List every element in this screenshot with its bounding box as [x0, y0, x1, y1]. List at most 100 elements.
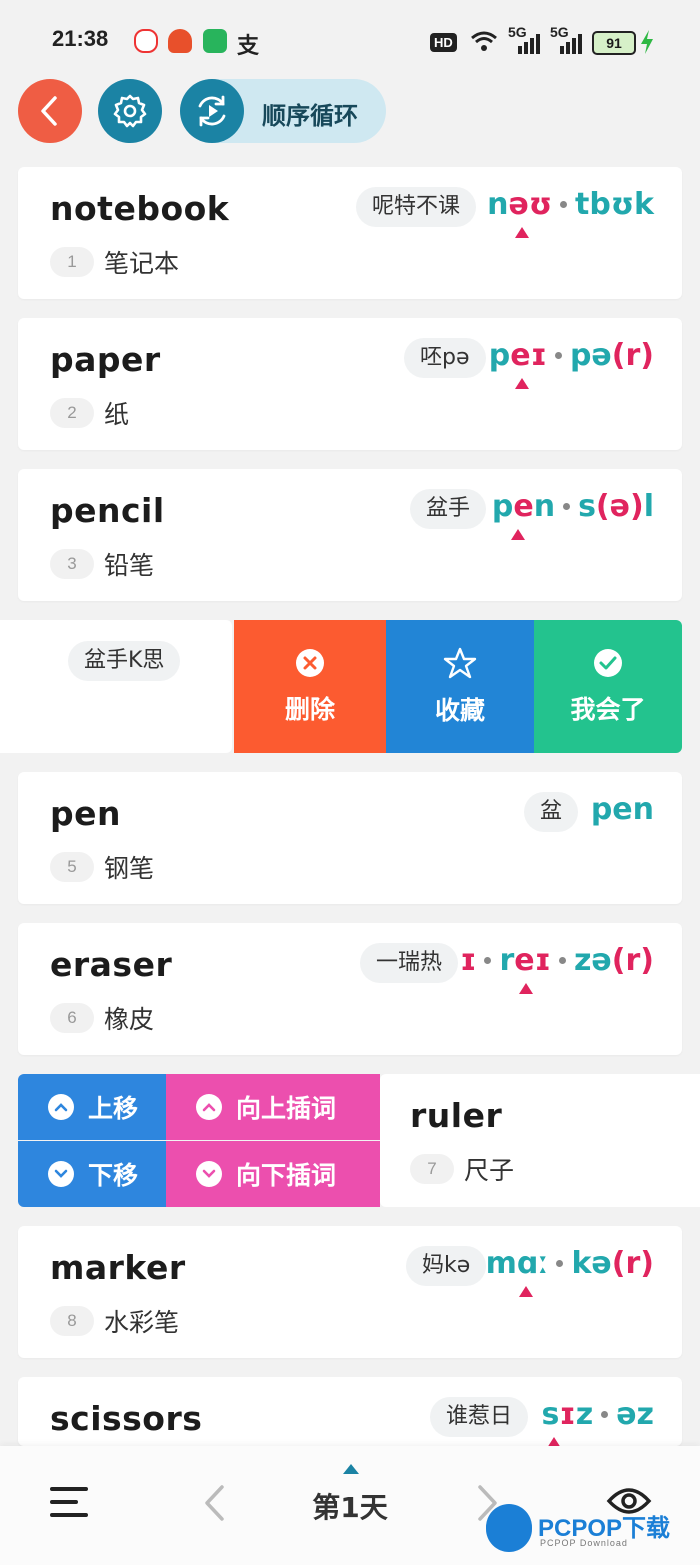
phonetic-segment: s	[541, 1397, 560, 1432]
insert-up-button[interactable]: 向上插词	[166, 1074, 380, 1140]
homophone-chip: 盆手K思	[68, 641, 181, 681]
phonetic-segment: l	[643, 489, 654, 524]
move-actions: 上移 下移 向上插词 向下插词	[18, 1074, 380, 1207]
chevron-down-icon	[48, 1161, 74, 1187]
phonetic-text: p e n s (ə) l	[492, 489, 654, 524]
back-button[interactable]	[18, 79, 82, 143]
phonetic-segment: (r)	[611, 943, 654, 978]
close-circle-icon	[296, 648, 324, 677]
known-label: 我会了	[570, 694, 646, 724]
word-card[interactable]: pen 5 钢笔 盆 pen	[18, 772, 682, 904]
phonetic-segment: ɪ	[559, 1397, 576, 1432]
phonetic-segment: əz	[616, 1397, 654, 1432]
word-number: 1	[50, 247, 94, 277]
phonetic-segment: kə	[571, 1246, 612, 1281]
bottom-bar: 第1天 PCPOP下载 PCPOP Download	[0, 1446, 700, 1565]
known-button[interactable]: 我会了	[534, 620, 682, 753]
record-app-icon	[134, 29, 158, 53]
word-meaning: 橡皮	[104, 1005, 155, 1034]
homophone-chip: 呢特不课	[356, 187, 477, 227]
loop-play-icon	[180, 79, 244, 143]
chevron-up-icon	[48, 1094, 74, 1120]
word-number: 8	[50, 1306, 94, 1336]
word-card[interactable]: pencil 3 铅笔 盆手 p e n s (ə) l	[18, 469, 682, 601]
stress-marker-icon	[519, 983, 533, 994]
syllable-separator	[563, 503, 571, 510]
word-text: paper	[50, 340, 161, 379]
word-card[interactable]: eraser 6 橡皮 一瑞热 ɪ r eɪ zə (r)	[18, 923, 682, 1055]
phonetic-segment: n	[533, 489, 556, 524]
chevron-down-icon	[196, 1161, 222, 1187]
prev-day-icon[interactable]	[202, 1484, 226, 1522]
word-meaning: 笔记本	[104, 249, 180, 278]
syllable-separator	[558, 957, 566, 964]
word-meaning: 尺子	[464, 1156, 515, 1185]
syllable-separator	[560, 201, 568, 208]
word-meaning: 纸	[104, 400, 130, 429]
word-card[interactable]: marker 8 水彩笔 妈kə mɑː kə (r)	[18, 1226, 682, 1358]
loop-mode-label: 顺序循环	[262, 102, 358, 130]
syllable-separator	[554, 352, 562, 359]
move-up-label: 上移	[88, 1094, 139, 1123]
homophone-chip: 一瑞热	[360, 943, 459, 983]
insert-down-button[interactable]: 向下插词	[166, 1141, 380, 1207]
chevron-up-icon	[196, 1094, 222, 1120]
stress-marker-icon	[511, 529, 525, 540]
word-card[interactable]: paper 2 纸 呸pə p eɪ pə (r)	[18, 318, 682, 450]
homophone-chip: 盆手	[410, 489, 487, 529]
word-text: marker	[50, 1248, 186, 1287]
menu-icon[interactable]	[50, 1486, 88, 1518]
wifi-icon	[471, 31, 497, 51]
phonetic-segment: mɑː	[485, 1246, 549, 1281]
alipay-icon: 支	[237, 34, 260, 59]
phonetic-segment: əʊ	[508, 187, 553, 222]
phonetic-segment: (r)	[611, 338, 654, 373]
word-text: pencil	[50, 491, 165, 530]
chevron-left-icon	[41, 96, 57, 126]
stress-marker-icon	[547, 1437, 561, 1446]
delete-button[interactable]: 删除	[234, 620, 386, 753]
stress-marker-icon	[515, 378, 529, 389]
homophone-chip: 盆	[524, 792, 579, 832]
status-bar: 21:38 支 HD 5G 5G 91	[0, 0, 700, 80]
word-text: scissors	[50, 1399, 203, 1438]
word-text: pen	[50, 794, 121, 833]
loop-mode-button[interactable]: 顺序循环	[180, 79, 386, 143]
phonetic-segment: eɪ	[514, 943, 551, 978]
word-card-shifted[interactable]: ruler 7 尺子	[380, 1074, 700, 1207]
settings-button[interactable]	[98, 79, 162, 143]
phonetic-text: n əʊ tbʊk	[487, 187, 654, 222]
favorite-label: 收藏	[434, 695, 485, 725]
star-icon	[443, 647, 477, 678]
favorite-button[interactable]: 收藏	[386, 620, 534, 753]
syllable-separator	[601, 1411, 609, 1418]
upload-app-icon	[203, 29, 227, 53]
word-card[interactable]: notebook 1 笔记本 呢特不课 n əʊ tbʊk	[18, 167, 682, 299]
homophone-chip: 妈kə	[406, 1246, 487, 1286]
move-down-button[interactable]: 下移	[18, 1141, 166, 1207]
charging-icon	[641, 30, 653, 54]
phonetic-segment: zə	[573, 943, 612, 978]
day-label[interactable]: 第1天	[300, 1486, 400, 1526]
delete-label: 删除	[284, 694, 335, 724]
stress-marker-icon	[519, 1286, 533, 1297]
phonetic-segment: (r)	[611, 1246, 654, 1281]
watermark-sub: PCPOP Download	[540, 1538, 628, 1548]
word-number: 2	[50, 398, 94, 428]
battery-icon: 91	[592, 31, 636, 55]
day-indicator-arrow	[343, 1464, 359, 1474]
word-card-swiped[interactable]: 盆手K思	[0, 620, 232, 753]
signal-bars-icon	[560, 34, 582, 54]
watermark-logo-icon	[486, 1504, 532, 1552]
phonetic-segment: p	[488, 338, 511, 373]
word-card[interactable]: scissors 谁惹日 s ɪ z əz	[18, 1377, 682, 1446]
lion-app-icon	[168, 29, 192, 53]
signal-bars-icon	[518, 34, 540, 54]
move-up-button[interactable]: 上移	[18, 1074, 166, 1140]
word-meaning: 钢笔	[104, 854, 155, 883]
phonetic-segment: z	[575, 1397, 594, 1432]
phonetic-text: mɑː kə (r)	[486, 1246, 654, 1281]
phonetic-segment: e	[513, 489, 534, 524]
gear-icon	[113, 94, 147, 128]
insert-down-label: 向下插词	[236, 1161, 337, 1190]
